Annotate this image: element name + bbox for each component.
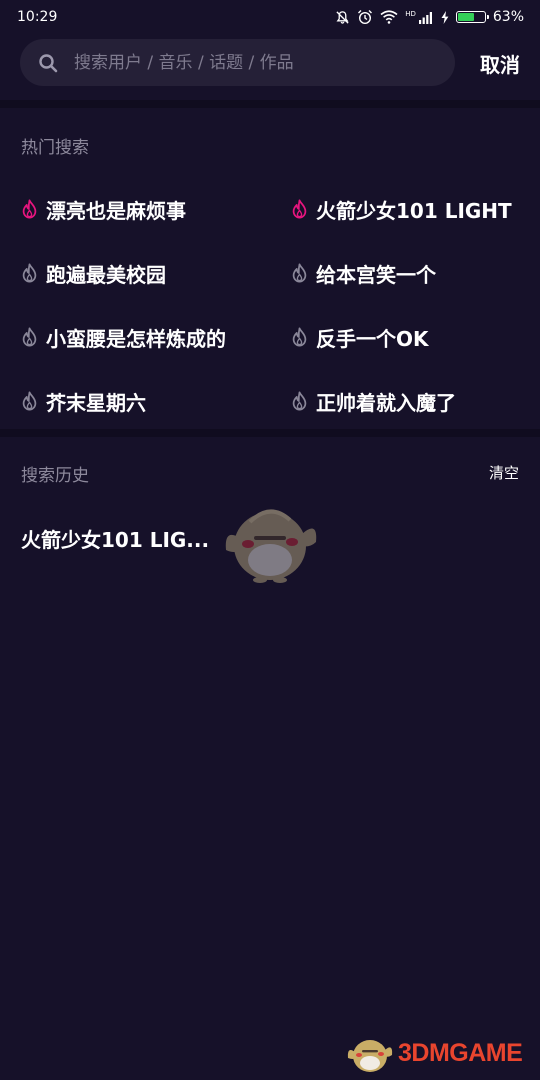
hot-search-item[interactable]: 火箭少女101 LIGHT — [291, 194, 512, 224]
hot-search-label: 火箭少女101 LIGHT — [316, 198, 512, 223]
mascot-logo-icon — [347, 1040, 393, 1072]
clear-history-button[interactable]: 清空 — [489, 462, 519, 483]
search-row: 取消 — [20, 39, 524, 86]
charging-icon — [441, 10, 449, 24]
hot-search-label: 漂亮也是麻烦事 — [46, 198, 186, 223]
status-icons: HD 63% — [335, 9, 524, 25]
mute-notification-icon — [336, 10, 349, 24]
mascot-sticker-icon — [225, 509, 317, 583]
status-time: 10:29 — [17, 9, 58, 25]
divider — [0, 100, 540, 108]
flame-icon — [22, 199, 37, 219]
search-history-title: 搜索历史 — [21, 466, 89, 486]
watermark-text: 3DMGAME — [398, 1038, 523, 1067]
signal-icon — [418, 11, 432, 24]
search-box[interactable] — [20, 39, 455, 86]
hot-search-label: 正帅着就入魔了 — [316, 390, 456, 415]
flame-icon — [22, 391, 37, 411]
hot-search-label: 小蛮腰是怎样炼成的 — [46, 326, 226, 351]
watermark: 3DMGAME — [346, 1030, 532, 1076]
battery-icon — [455, 11, 489, 23]
battery-percent: 63% — [492, 9, 524, 25]
divider — [0, 429, 540, 437]
hot-search-item[interactable]: 小蛮腰是怎样炼成的 — [21, 322, 226, 352]
flame-icon — [22, 327, 37, 347]
flame-icon — [292, 199, 307, 219]
battery-level-fill — [457, 13, 475, 21]
flame-icon — [292, 391, 307, 411]
hot-search-item[interactable]: 漂亮也是麻烦事 — [21, 194, 186, 224]
hot-search-item[interactable]: 给本宫笑一个 — [291, 258, 436, 288]
hot-search-title: 热门搜索 — [21, 138, 89, 158]
hot-search-item[interactable]: 正帅着就入魔了 — [291, 386, 456, 416]
hd-label: HD — [405, 10, 416, 18]
hot-search-label: 反手一个OK — [316, 326, 429, 351]
flame-icon — [292, 263, 307, 283]
search-input[interactable] — [72, 51, 436, 74]
hot-search-item[interactable]: 跑遍最美校园 — [21, 258, 166, 288]
hot-search-label: 芥末星期六 — [46, 390, 146, 415]
hot-search-item[interactable]: 芥末星期六 — [21, 386, 146, 416]
hot-search-label: 给本宫笑一个 — [316, 262, 436, 287]
status-bar: 10:29 HD 63% — [0, 0, 540, 34]
flame-icon — [292, 327, 307, 347]
history-item[interactable]: 火箭少女101 LIG... — [21, 524, 209, 553]
wifi-icon — [380, 10, 398, 24]
hot-search-item[interactable]: 反手一个OK — [291, 322, 429, 352]
flame-icon — [22, 263, 37, 283]
alarm-clock-icon — [358, 10, 373, 25]
hot-search-label: 跑遍最美校园 — [46, 262, 166, 287]
search-icon — [39, 53, 58, 72]
cancel-button[interactable]: 取消 — [480, 49, 520, 78]
